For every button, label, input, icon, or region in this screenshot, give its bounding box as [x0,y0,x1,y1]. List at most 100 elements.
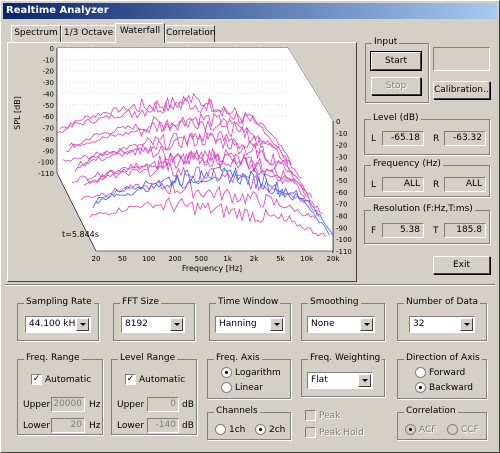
freq-weighting-title: Freq. Weighting [308,353,383,363]
time-window-title: Time Window [216,297,281,307]
correlation-ccf-radio[interactable] [447,424,458,435]
x-tick-label: 2k [250,255,259,263]
resolution-t-value: 185.8 [444,223,486,238]
smoothing-select[interactable]: None [307,316,375,333]
peak-checkbox[interactable] [305,410,316,421]
correlation-ccf-label: CCF [461,425,479,435]
y-tick-label: -90 [43,147,54,155]
tab-panel: 0 -10 -20 -30 -40 -50 -60 -70 -80 -90 -100 -110 0 -1… [7,42,357,282]
freq-upper-label: Upper [23,400,51,410]
freq-axis-log-radio[interactable] [221,367,232,378]
correlation-acf-label: ACF [419,425,437,435]
divider [5,284,495,286]
fft-size-value: 8192 [125,319,148,329]
time-window-value: Hanning [219,319,257,329]
start-button-label: Start [385,56,407,66]
frequency-l-label: L [371,180,377,190]
tab-spectrum[interactable]: Spectrum [11,25,61,42]
channels-2ch-radio[interactable] [255,424,266,435]
frequency-l-value: ALL [382,177,424,192]
x-axis-label: Frequency [Hz] [182,264,242,273]
input-group-title: Input [372,37,400,47]
right-tick-label: -50 [336,177,347,185]
tab-third-octave[interactable]: 1/3 Octave [61,25,116,42]
level-l-label: L [371,134,377,144]
direction-forward-radio[interactable] [415,367,426,378]
stop-button[interactable]: Stop [371,77,421,95]
level-lower-unit: dB [182,421,194,431]
right-tick-label: -70 [336,201,347,209]
channels-title: Channels [214,406,260,416]
freq-axis-linear-label: Linear [235,383,263,393]
freq-range-auto-checkbox[interactable]: ✓ [31,374,42,385]
x-tick-label: 200 [168,255,181,263]
peak-hold-label: Peak Hold [319,428,364,438]
direction-backward-radio[interactable] [415,382,426,393]
freq-axis-log-label: Logarithm [235,368,281,378]
smoothing-value: None [311,319,335,329]
x-tick-label: 1k [223,255,232,263]
level-lower-input[interactable]: -140 [147,418,179,433]
y-tick-labels: 0 -10 -20 -30 -40 -50 -60 -70 -80 -90 -100 -110 [38,45,54,178]
x-tick-label: 20k [327,255,341,263]
level-range-auto-checkbox[interactable]: ✓ [125,374,136,385]
number-of-data-value: 32 [413,319,425,329]
direction-title: Direction of Axis [404,353,482,363]
channels-2ch-label: 2ch [269,425,286,435]
time-window-select[interactable]: Hanning [215,316,285,333]
channels-1ch-label: 1ch [229,425,246,435]
tab-correlation[interactable]: Correlation [165,25,216,42]
sampling-rate-title: Sampling Rate [24,297,94,307]
freq-axis-linear-radio[interactable] [221,382,232,393]
freq-lower-input[interactable]: 20 [51,418,85,433]
number-of-data-select[interactable]: 32 [409,316,475,333]
level-r-value: -63.32 [444,131,486,146]
title-bar[interactable]: Realtime Analyzer [3,3,497,19]
freq-weighting-select[interactable]: Flat [307,372,373,389]
y-tick-label: -50 [43,102,54,110]
level-upper-input[interactable]: 0 [147,397,179,412]
tab-waterfall[interactable]: Waterfall [115,23,165,43]
y-tick-label: -80 [43,136,54,144]
direction-backward-label: Backward [429,383,473,393]
freq-weighting-value: Flat [311,375,328,385]
peak-label: Peak [319,411,341,421]
fft-size-title: FFT Size [120,297,162,307]
main-window: Realtime Analyzer Spectrum 1/3 Octave Wa… [0,0,500,453]
calibration-button-label: Calibration... [434,85,492,95]
direction-group: Direction of Axis [397,353,487,399]
correlation-title: Correlation [404,406,458,416]
right-tick-label: -90 [336,224,347,232]
channels-1ch-radio[interactable] [215,424,226,435]
x-tick-label: 10k [300,255,314,263]
y-tick-label: -110 [38,170,54,178]
fft-size-select[interactable]: 8192 [121,316,185,333]
resolution-t-label: T [433,226,439,236]
level-upper-unit: dB [182,400,194,410]
right-tick-label: -30 [336,153,347,161]
x-tick-label: 50 [118,255,127,263]
exit-button-label: Exit [452,260,471,270]
right-tick-label: -20 [336,142,347,150]
x-tick-label: 100 [142,255,155,263]
freq-lower-unit: Hz [89,421,101,431]
level-r-label: R [433,134,440,144]
y-axis-label: SPL [dB] [13,96,22,130]
frequency-r-value: ALL [444,177,486,192]
x-tick-label: 20 [92,255,101,263]
calibration-button[interactable]: Calibration... [433,81,492,99]
y-tick-label: -70 [43,125,54,133]
level-l-value: -65.18 [382,131,424,146]
number-of-data-title: Number of Data [404,297,481,307]
start-button[interactable]: Start [370,51,422,71]
sampling-rate-select[interactable]: 44.100 kHz [25,316,91,333]
level-lower-label: Lower [117,421,144,431]
right-tick-label: -40 [336,165,347,173]
right-tick-label: -80 [336,213,347,221]
chevron-down-icon [170,318,183,331]
exit-button[interactable]: Exit [433,256,490,274]
correlation-acf-radio[interactable] [405,424,416,435]
y-tick-label: -30 [43,79,54,87]
peak-hold-checkbox[interactable] [305,427,316,438]
freq-upper-input[interactable]: 20000 [51,397,85,412]
